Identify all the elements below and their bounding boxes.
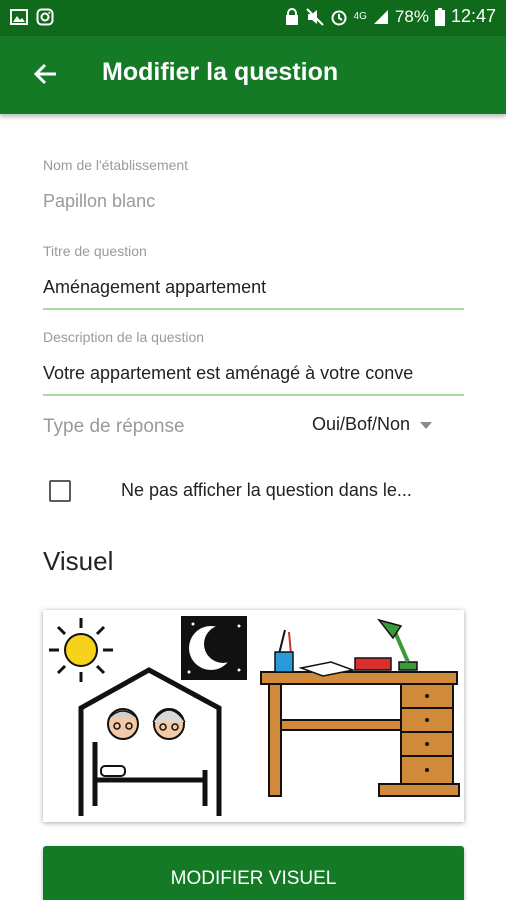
pencil-cup-icon <box>274 629 294 673</box>
modify-visual-button[interactable]: MODIFIER VISUEL <box>43 846 464 900</box>
question-title-underline <box>43 308 464 310</box>
house-icon <box>78 667 222 816</box>
arrow-left-icon[interactable] <box>30 58 62 90</box>
description-underline <box>43 394 464 396</box>
question-title-field[interactable]: Aménagement appartement <box>43 277 464 298</box>
hide-question-label: Ne pas afficher la question dans le... <box>121 480 412 500</box>
question-title-label: Titre de question <box>43 243 147 259</box>
desk-icon <box>260 671 460 797</box>
battery-icon <box>434 7 445 26</box>
answer-type-value: Oui/Bof/Non <box>312 414 411 434</box>
chevron-down-icon <box>420 422 433 429</box>
establishment-label: Nom de l'établissement <box>43 157 189 173</box>
instagram-icon <box>36 8 54 26</box>
lock-icon <box>285 7 298 25</box>
description-field[interactable]: Votre appartement est aménagé à votre co… <box>43 363 443 384</box>
battery-percent: 78% <box>394 6 429 26</box>
elderly-couple-icon <box>107 708 186 740</box>
hide-question-checkbox[interactable] <box>49 480 71 502</box>
establishment-value: Papillon blanc <box>43 191 156 211</box>
mute-icon <box>305 7 324 26</box>
clock: 12:47 <box>450 6 496 26</box>
moon-icon <box>181 616 247 680</box>
network-type: 4G <box>353 11 367 22</box>
alarm-icon <box>331 10 347 25</box>
visual-heading: Visuel <box>43 546 114 576</box>
app-bar: Modifier la question <box>0 36 506 114</box>
image-icon <box>10 9 28 25</box>
answer-type-label: Type de réponse <box>43 416 185 437</box>
answer-type-select[interactable]: Oui/Bof/Non <box>312 414 433 435</box>
status-bar: 4G 78% 12:47 <box>0 0 506 36</box>
sun-icon <box>49 618 113 682</box>
description-label: Description de la question <box>43 329 205 345</box>
page-title: Modifier la question <box>102 58 339 86</box>
signal-icon <box>373 9 388 24</box>
visual-image <box>43 610 464 822</box>
bed-icon <box>92 742 208 806</box>
